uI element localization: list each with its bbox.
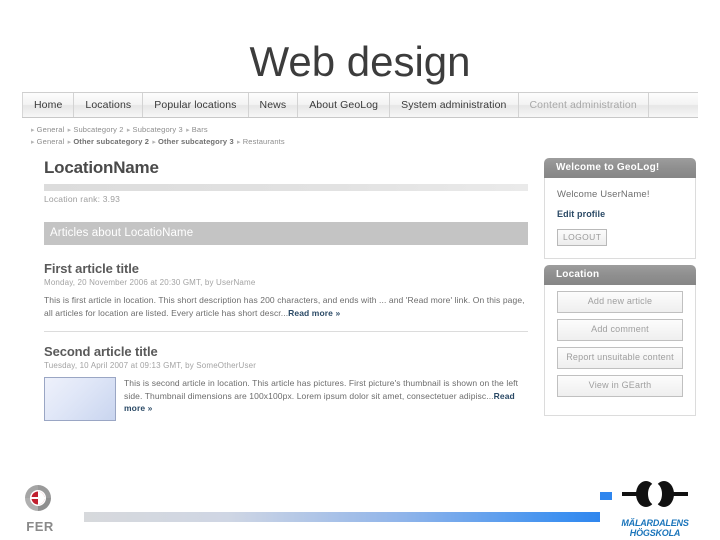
nav-item-locations[interactable]: Locations <box>74 93 144 117</box>
welcome-panel-header: Welcome to GeoLog! <box>544 158 696 178</box>
add-new-article-button[interactable]: Add new article <box>557 291 683 313</box>
location-rank-bar <box>44 184 528 191</box>
location-rank-text: Location rank: 3.93 <box>44 194 121 204</box>
article-meta: Monday, 20 November 2006 at 20:30 GMT, b… <box>44 278 256 287</box>
page-title: LocationName <box>44 158 159 177</box>
breadcrumb-crumb[interactable]: Restaurants <box>243 137 285 146</box>
breadcrumb-crumb[interactable]: Other subcategory 2 <box>73 137 149 146</box>
breadcrumb-arrow-icon: ▸ <box>31 139 35 146</box>
welcome-panel-body: Welcome UserName! Edit profile LOGOUT <box>544 178 696 259</box>
nav-label: Home <box>34 99 63 111</box>
site-navbar: Home Locations Popular locations News Ab… <box>22 92 698 118</box>
breadcrumb-arrow-icon: ▸ <box>237 139 241 146</box>
breadcrumb-row: ▸ General ▸ Other subcategory 2 ▸ Other sub… <box>30 136 590 148</box>
article-body: This is second article in location. This… <box>124 377 528 415</box>
article-title[interactable]: Second article title <box>44 344 528 359</box>
nav-item-home[interactable]: Home <box>22 93 75 117</box>
nav-label: Popular locations <box>154 99 237 111</box>
breadcrumb-crumb[interactable]: Subcategory 3 <box>133 125 183 134</box>
breadcrumb-crumb[interactable]: General <box>37 137 65 146</box>
article-divider <box>44 331 528 332</box>
add-comment-button[interactable]: Add comment <box>557 319 683 341</box>
nav-label: Content administration <box>529 99 637 111</box>
slide-title: Web design <box>249 38 471 85</box>
footer-gradient-bar <box>84 512 600 522</box>
breadcrumb-arrow-icon: ▸ <box>67 127 72 134</box>
breadcrumb-arrow-icon: ▸ <box>152 139 157 146</box>
nav-label: System administration <box>401 99 507 111</box>
breadcrumb-arrow-icon: ▸ <box>31 127 35 134</box>
location-panel: Location Add new article Add comment Rep… <box>544 265 696 416</box>
fer-logo-text: FER <box>26 519 54 534</box>
article-thumbnail[interactable] <box>44 377 116 421</box>
mdh-logo-icon <box>600 481 688 507</box>
article-excerpt: This is first article in location. This … <box>44 295 525 318</box>
nav-item-news[interactable]: News <box>249 93 299 117</box>
location-panel-body: Add new article Add comment Report unsui… <box>544 285 696 416</box>
breadcrumb-crumb[interactable]: Other subcategory 3 <box>158 137 234 146</box>
article-excerpt: This is second article in location. This… <box>124 378 519 401</box>
article-title[interactable]: First article title <box>44 261 528 276</box>
nav-item-about-geolog[interactable]: About GeoLog <box>298 93 391 117</box>
slide-canvas: Web design Home Locations Popular locati… <box>0 0 720 540</box>
welcome-panel: Welcome to GeoLog! Welcome UserName! Edi… <box>544 158 696 259</box>
article-item: Second article title Tuesday, 10 April 2… <box>44 344 528 421</box>
nav-item-content-administration[interactable]: Content administration <box>519 93 649 117</box>
location-panel-header: Location <box>544 265 696 285</box>
fer-logo: FER <box>14 482 66 534</box>
logout-button[interactable]: LOGOUT <box>557 229 608 246</box>
mdh-logo: MÄLARDALENS HÖGSKOLA <box>600 478 710 538</box>
article-body: This is first article in location. This … <box>44 294 528 319</box>
edit-profile-link[interactable]: Edit profile <box>557 209 683 219</box>
nav-label: About GeoLog <box>309 99 379 111</box>
breadcrumb-row: ▸ General ▸ Subcategory 2 ▸ Subcategory 3 ▸… <box>30 124 590 136</box>
breadcrumb-crumb[interactable]: Bars <box>192 125 208 134</box>
breadcrumb-crumb[interactable]: General <box>37 125 65 134</box>
right-sidebar: Welcome to GeoLog! Welcome UserName! Edi… <box>544 158 696 422</box>
website-screenshot: Home Locations Popular locations News Ab… <box>22 92 698 449</box>
nav-label: News <box>259 99 287 111</box>
breadcrumb-arrow-icon: ▸ <box>126 127 131 134</box>
nav-item-popular-locations[interactable]: Popular locations <box>143 93 249 117</box>
read-more-link[interactable]: Read more » <box>288 308 340 318</box>
view-in-gearth-button[interactable]: View in GEarth <box>557 375 683 397</box>
mdh-logo-text: MÄLARDALENS HÖGSKOLA <box>621 518 689 538</box>
nav-item-system-administration[interactable]: System administration <box>390 93 519 117</box>
article-meta: Tuesday, 10 April 2007 at 09:13 GMT, by … <box>44 361 257 370</box>
nav-filler <box>649 93 698 117</box>
breadcrumb-arrow-icon: ▸ <box>186 127 190 134</box>
article-item: First article title Monday, 20 November … <box>44 261 528 319</box>
breadcrumb: ▸ General ▸ Subcategory 2 ▸ Subcategory 3 ▸… <box>30 124 590 148</box>
main-content: LocationName Location rank: 3.93 Article… <box>44 158 528 427</box>
breadcrumb-crumb[interactable]: Subcategory 2 <box>73 125 123 134</box>
welcome-greeting: Welcome UserName! <box>557 189 650 200</box>
nav-label: Locations <box>85 99 132 111</box>
breadcrumb-arrow-icon: ▸ <box>67 139 72 146</box>
articles-section-header: Articles about LocatioName <box>44 222 528 245</box>
fer-logo-icon <box>25 485 51 511</box>
report-unsuitable-content-button[interactable]: Report unsuitable content <box>557 347 683 369</box>
